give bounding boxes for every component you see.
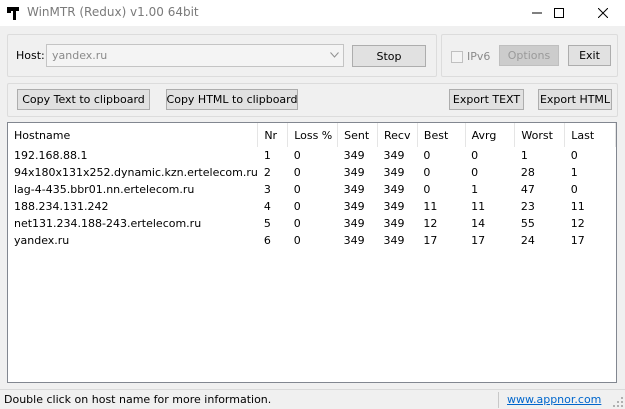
- loss-cell: 0: [293, 166, 301, 179]
- loss-cell: 0: [293, 217, 301, 230]
- table-row[interactable]: net131.234.188-243.ertelecom.ru 5 0 349 …: [8, 215, 616, 232]
- table-row[interactable]: 188.234.131.242 4 0 349 349 11 11 23 11: [8, 198, 616, 215]
- nr-cell: 4: [263, 200, 271, 213]
- column-header-last[interactable]: Last: [564, 123, 616, 147]
- loss-cell: 0: [293, 149, 301, 162]
- table-row[interactable]: yandex.ru 6 0 349 349 17 17 24 17: [8, 232, 616, 249]
- column-header-recv[interactable]: Recv: [377, 123, 418, 147]
- column-header-worst[interactable]: Worst: [514, 123, 566, 147]
- sent-cell: 349: [343, 200, 365, 213]
- ipv6-label: IPv6: [467, 50, 491, 63]
- last-cell: 12: [570, 217, 585, 230]
- maximize-icon: [554, 8, 564, 18]
- copy-text-button[interactable]: Copy Text to clipboard: [17, 89, 150, 110]
- nr-cell: 3: [263, 183, 271, 196]
- hammer-icon: [6, 5, 22, 21]
- title-bar: WinMTR (Redux) v1.00 64bit: [0, 0, 625, 26]
- hostname-cell[interactable]: 94x180x131x252.dynamic.kzn.ertelecom.ru: [8, 164, 258, 181]
- table-header: Hostname Nr Loss % Sent Recv Best Avrg W…: [8, 123, 616, 147]
- best-cell: 12: [423, 217, 438, 230]
- table-row[interactable]: 192.168.88.1 1 0 349 349 0 0 1 0: [8, 147, 616, 164]
- chevron-down-icon[interactable]: [330, 52, 339, 58]
- close-icon: [598, 8, 608, 18]
- options-button[interactable]: Options: [499, 45, 559, 66]
- avrg-cell: 1: [471, 183, 479, 196]
- host-input[interactable]: yandex.ru: [52, 49, 107, 62]
- recv-cell: 349: [383, 166, 405, 179]
- recv-cell: 349: [383, 183, 405, 196]
- loss-cell: 0: [293, 200, 301, 213]
- recv-cell: 349: [383, 200, 405, 213]
- column-header-avrg[interactable]: Avrg: [465, 123, 516, 147]
- avrg-cell: 0: [471, 149, 479, 162]
- host-label: Host:: [16, 49, 45, 62]
- last-cell: 11: [570, 200, 585, 213]
- hostname-cell[interactable]: yandex.ru: [8, 232, 258, 249]
- appnor-link[interactable]: www.appnor.com: [507, 393, 601, 406]
- best-cell: 0: [423, 166, 431, 179]
- hostname-cell[interactable]: 188.234.131.242: [8, 198, 258, 215]
- worst-cell: 1: [520, 149, 528, 162]
- host-combobox[interactable]: yandex.ru: [46, 44, 344, 67]
- worst-cell: 28: [520, 166, 535, 179]
- best-cell: 17: [423, 234, 438, 247]
- recv-cell: 349: [383, 149, 405, 162]
- worst-cell: 23: [520, 200, 535, 213]
- nr-cell: 2: [263, 166, 271, 179]
- avrg-cell: 0: [471, 166, 479, 179]
- status-bar: Double click on host name for more infor…: [0, 389, 625, 409]
- nr-cell: 6: [263, 234, 271, 247]
- maximize-button[interactable]: [537, 0, 581, 26]
- worst-cell: 24: [520, 234, 535, 247]
- exit-button[interactable]: Exit: [568, 45, 611, 66]
- column-header-hostname[interactable]: Hostname: [8, 123, 259, 147]
- export-text-button[interactable]: Export TEXT: [449, 89, 524, 110]
- last-cell: 17: [570, 234, 585, 247]
- hostname-cell[interactable]: net131.234.188-243.ertelecom.ru: [8, 215, 258, 232]
- loss-cell: 0: [293, 234, 301, 247]
- hostname-cell[interactable]: 192.168.88.1: [8, 147, 258, 164]
- sent-cell: 349: [343, 149, 365, 162]
- recv-cell: 349: [383, 217, 405, 230]
- copy-html-button[interactable]: Copy HTML to clipboard: [166, 89, 298, 110]
- stop-button[interactable]: Stop: [352, 45, 426, 67]
- ipv6-checkbox[interactable]: [451, 51, 463, 63]
- best-cell: 0: [423, 149, 431, 162]
- recv-cell: 349: [383, 234, 405, 247]
- best-cell: 11: [423, 200, 438, 213]
- column-header-loss[interactable]: Loss %: [287, 123, 339, 147]
- table-row[interactable]: lag-4-435.bbr01.nn.ertelecom.ru 3 0 349 …: [8, 181, 616, 198]
- column-header-nr[interactable]: Nr: [257, 123, 289, 147]
- resize-grip-icon[interactable]: [613, 397, 623, 407]
- avrg-cell: 17: [471, 234, 486, 247]
- results-list[interactable]: Hostname Nr Loss % Sent Recv Best Avrg W…: [7, 122, 617, 383]
- table-row[interactable]: 94x180x131x252.dynamic.kzn.ertelecom.ru …: [8, 164, 616, 181]
- export-html-button[interactable]: Export HTML: [538, 89, 612, 110]
- worst-cell: 55: [520, 217, 535, 230]
- column-header-best[interactable]: Best: [417, 123, 466, 147]
- sent-cell: 349: [343, 166, 365, 179]
- worst-cell: 47: [520, 183, 535, 196]
- window-title: WinMTR (Redux) v1.00 64bit: [27, 5, 199, 19]
- loss-cell: 0: [293, 183, 301, 196]
- status-hint: Double click on host name for more infor…: [4, 393, 272, 406]
- last-cell: 1: [570, 166, 578, 179]
- avrg-cell: 11: [471, 200, 486, 213]
- sent-cell: 349: [343, 234, 365, 247]
- results-table: Hostname Nr Loss % Sent Recv Best Avrg W…: [8, 123, 616, 249]
- last-cell: 0: [570, 183, 578, 196]
- sent-cell: 349: [343, 217, 365, 230]
- sent-cell: 349: [343, 183, 365, 196]
- column-header-sent[interactable]: Sent: [337, 123, 378, 147]
- avrg-cell: 14: [471, 217, 486, 230]
- last-cell: 0: [570, 149, 578, 162]
- best-cell: 0: [423, 183, 431, 196]
- status-separator: [498, 392, 499, 408]
- nr-cell: 5: [263, 217, 271, 230]
- nr-cell: 1: [263, 149, 271, 162]
- close-button[interactable]: [581, 0, 625, 26]
- hostname-cell[interactable]: lag-4-435.bbr01.nn.ertelecom.ru: [8, 181, 258, 198]
